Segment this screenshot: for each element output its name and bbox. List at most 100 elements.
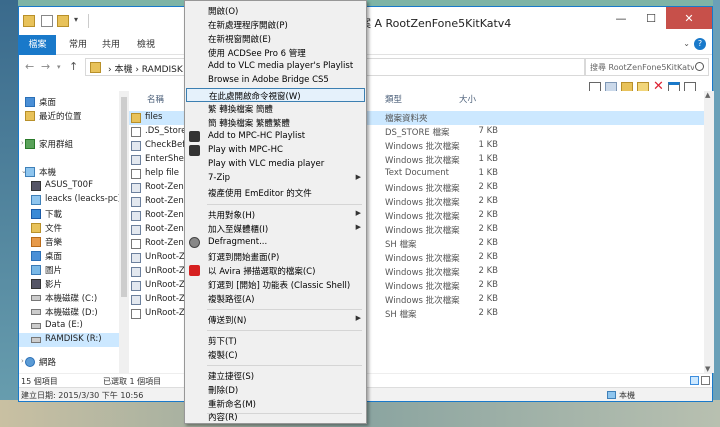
file-icon bbox=[131, 239, 141, 249]
menu-rename[interactable]: 重新命名(M) bbox=[186, 397, 365, 411]
quick-access-dropdown-icon[interactable]: ▾ bbox=[74, 15, 78, 24]
nav-desktop2[interactable]: 桌面 bbox=[19, 249, 119, 263]
tab-view[interactable]: 檢視 bbox=[127, 35, 165, 55]
nav-this-pc[interactable]: ⌄ 本機 bbox=[19, 165, 119, 179]
minimize-icon[interactable]: — bbox=[606, 7, 636, 29]
nav-music[interactable]: 音樂 bbox=[19, 235, 119, 249]
menu-cut[interactable]: 剪下(T) bbox=[186, 334, 365, 348]
file-list-scrollbar[interactable]: ▲ ▼ bbox=[704, 91, 714, 373]
menu-send-to[interactable]: 傳送到(N) ▶ bbox=[186, 313, 365, 327]
chevron-right-icon[interactable]: › bbox=[21, 139, 24, 147]
homegroup-icon bbox=[25, 139, 35, 149]
forward-arrow-icon[interactable]: → bbox=[41, 60, 50, 73]
scroll-down-icon[interactable]: ▼ bbox=[705, 365, 710, 373]
navigation-scrollbar[interactable] bbox=[119, 91, 129, 373]
desktop-background bbox=[0, 0, 18, 427]
nav-homegroup[interactable]: › 家用群組 bbox=[19, 137, 119, 151]
search-icon[interactable] bbox=[695, 62, 704, 71]
nav-ramdisk[interactable]: RAMDISK (R:) bbox=[19, 333, 119, 347]
large-icons-view-icon[interactable] bbox=[701, 376, 710, 385]
menu-pin-to-start[interactable]: 釘選到開始畫面(P) bbox=[186, 250, 365, 264]
menu-adobe-bridge[interactable]: Browse in Adobe Bridge CS5 bbox=[186, 74, 365, 88]
column-type[interactable]: 類型 bbox=[385, 93, 402, 105]
nav-recent[interactable]: 最近的位置 bbox=[19, 109, 119, 123]
videos-icon bbox=[31, 279, 41, 289]
menu-open-new-window[interactable]: 在新視窗開啟(E) bbox=[186, 32, 365, 46]
nav-network[interactable]: › 網路 bbox=[19, 355, 119, 369]
menu-convert-simplified[interactable]: 繁 轉換檔案 簡體 bbox=[186, 102, 365, 116]
drive-icon bbox=[31, 309, 41, 315]
tab-file[interactable]: 檔案 bbox=[19, 35, 56, 55]
nav-pictures[interactable]: 圖片 bbox=[19, 263, 119, 277]
properties-quick-icon[interactable] bbox=[41, 15, 53, 27]
chevron-right-icon[interactable]: › bbox=[21, 357, 24, 365]
mpc-icon bbox=[189, 145, 200, 156]
back-arrow-icon[interactable]: ← bbox=[25, 60, 34, 73]
menu-convert-traditional[interactable]: 簡 轉換檔案 繁體繁體 bbox=[186, 116, 365, 130]
folder-icon bbox=[23, 15, 35, 27]
menu-separator bbox=[207, 330, 362, 331]
menu-avira-scan[interactable]: 以 Avira 掃描選取的檔案(C) bbox=[186, 264, 365, 278]
menu-vlc-play[interactable]: Play with VLC media player bbox=[186, 158, 365, 172]
title-separator bbox=[88, 14, 89, 28]
batch-file-icon bbox=[131, 295, 141, 305]
nav-downloads[interactable]: 下載 bbox=[19, 207, 119, 221]
file-icon bbox=[131, 309, 141, 319]
menu-7zip[interactable]: 7-Zip ▶ bbox=[186, 172, 365, 186]
up-arrow-icon[interactable]: ↑ bbox=[69, 60, 78, 73]
batch-file-icon bbox=[131, 267, 141, 277]
menu-acdsee[interactable]: 使用 ACDSee Pro 6 管理 bbox=[186, 46, 365, 60]
network-pc-icon bbox=[31, 195, 41, 205]
menu-open[interactable]: 開啟(O) bbox=[186, 4, 365, 18]
details-view-icon[interactable] bbox=[690, 376, 699, 385]
recent-icon bbox=[25, 111, 35, 121]
new-folder-quick-icon[interactable] bbox=[57, 15, 69, 27]
nav-data-e[interactable]: Data (E:) bbox=[19, 319, 119, 333]
help-icon[interactable]: ? bbox=[694, 38, 706, 50]
menu-emeditor[interactable]: 複產使用 EmEditor 的文件 bbox=[186, 186, 365, 200]
menu-pin-classic-shell[interactable]: 釘選到 [開始] 功能表 (Classic Shell) bbox=[186, 278, 365, 292]
search-input[interactable]: 搜尋 RootZenFone5KitKatv4 bbox=[585, 58, 709, 76]
scrollbar-thumb[interactable] bbox=[121, 97, 127, 297]
menu-properties[interactable]: 內容(R) bbox=[186, 410, 365, 424]
menu-copy-path[interactable]: 複製路徑(A) bbox=[186, 292, 365, 306]
nav-documents[interactable]: 文件 bbox=[19, 221, 119, 235]
avira-icon bbox=[189, 265, 200, 276]
menu-open-command-window[interactable]: 在此處開啟命令視窗(W) bbox=[186, 88, 365, 102]
menu-copy[interactable]: 複製(C) bbox=[186, 348, 365, 362]
tab-share[interactable]: 共用 bbox=[92, 35, 130, 55]
nav-disk-c[interactable]: 本機磁碟 (C:) bbox=[19, 291, 119, 305]
chevron-down-icon[interactable]: ⌄ bbox=[683, 39, 690, 48]
menu-add-to-library[interactable]: 加入至媒體櫃(I) ▶ bbox=[186, 222, 365, 236]
close-icon[interactable]: ✕ bbox=[666, 7, 712, 29]
nav-asus[interactable]: ASUS_T00F bbox=[19, 179, 119, 193]
menu-open-new-process[interactable]: 在新處理程序開啟(P) bbox=[186, 18, 365, 32]
menu-mpc-play[interactable]: Play with MPC-HC bbox=[186, 144, 365, 158]
window-title: 專案 A RootZenFone5KitKatv4 bbox=[349, 17, 512, 30]
nav-desktop[interactable]: 桌面 bbox=[19, 95, 119, 109]
context-menu: 開啟(O) 在新處理程序開啟(P) 在新視窗開啟(E) 使用 ACDSee Pr… bbox=[184, 0, 367, 424]
menu-vlc-playlist[interactable]: Add to VLC media player's Playlist bbox=[186, 60, 365, 74]
scroll-up-icon[interactable]: ▲ bbox=[705, 91, 710, 99]
column-name[interactable]: 名稱 bbox=[147, 93, 164, 105]
item-count: 15 個項目 bbox=[21, 377, 58, 386]
menu-delete[interactable]: 刪除(D) bbox=[186, 383, 365, 397]
recent-locations-icon[interactable]: ▾ bbox=[57, 63, 61, 71]
chevron-right-icon: ▶ bbox=[355, 209, 361, 217]
nav-leacks[interactable]: leacks (leacks-pc) bbox=[19, 193, 119, 207]
nav-videos[interactable]: 影片 bbox=[19, 277, 119, 291]
menu-mpc-playlist[interactable]: Add to MPC-HC Playlist bbox=[186, 130, 365, 144]
phone-icon bbox=[31, 181, 41, 191]
menu-separator bbox=[207, 309, 362, 310]
menu-defragment[interactable]: Defragment... bbox=[186, 236, 365, 250]
menu-share-with[interactable]: 共用對象(H) ▶ bbox=[186, 208, 365, 222]
drive-icon bbox=[31, 337, 41, 343]
created-date: 建立日期: 2015/3/30 下午 10:56 bbox=[21, 391, 144, 400]
maximize-icon[interactable]: ☐ bbox=[636, 7, 666, 29]
network-icon bbox=[25, 357, 35, 367]
nav-disk-d[interactable]: 本機磁碟 (D:) bbox=[19, 305, 119, 319]
desktop-icon bbox=[31, 251, 41, 261]
menu-create-shortcut[interactable]: 建立捷徑(S) bbox=[186, 369, 365, 383]
pictures-icon bbox=[31, 265, 41, 275]
column-size[interactable]: 大小 bbox=[459, 93, 476, 105]
